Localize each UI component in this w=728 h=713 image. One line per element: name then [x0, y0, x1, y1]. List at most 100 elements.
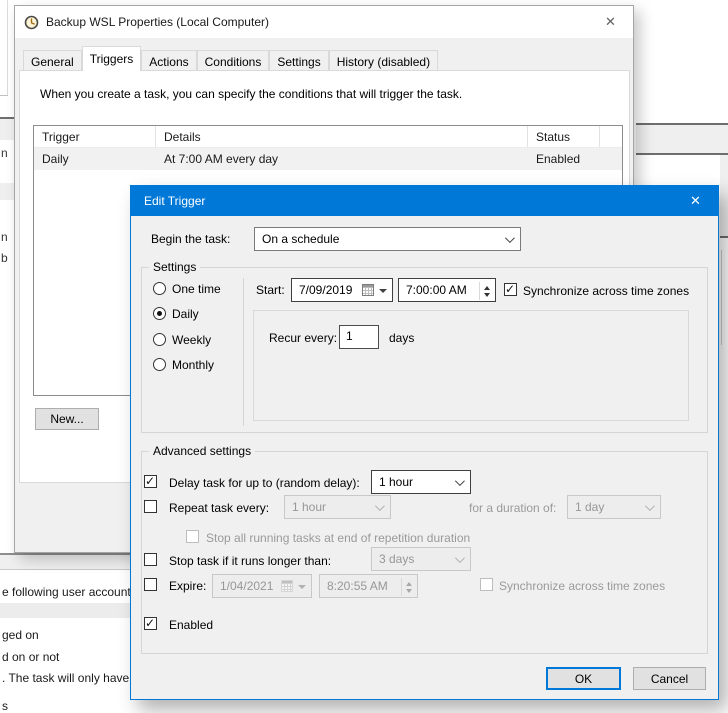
background-band: [0, 183, 14, 200]
begin-task-label: Begin the task:: [151, 232, 230, 246]
window-title: Backup WSL Properties (Local Computer): [46, 15, 269, 29]
enabled-checkbox[interactable]: [144, 617, 157, 630]
close-icon[interactable]: ✕: [673, 186, 718, 216]
recur-every-input[interactable]: 1: [339, 325, 379, 349]
expire-time-value: 8:20:55 AM: [327, 579, 388, 593]
expire-checkbox[interactable]: [144, 578, 157, 591]
tab-history[interactable]: History (disabled): [329, 50, 438, 71]
dialog-title: Edit Trigger: [144, 194, 205, 208]
sync-timezones-label[interactable]: Synchronize across time zones: [523, 284, 689, 298]
ok-button[interactable]: OK: [546, 667, 621, 690]
table-row[interactable]: Daily At 7:00 AM every day Enabled: [34, 148, 622, 170]
cell-trigger: Daily: [34, 148, 156, 170]
radio-daily-label[interactable]: Daily: [172, 307, 199, 321]
chevron-down-icon: [375, 501, 385, 511]
stop-all-tasks-checkbox: [186, 530, 199, 543]
close-icon[interactable]: ✕: [588, 6, 633, 37]
radio-weekly[interactable]: [153, 333, 166, 346]
radio-weekly-label[interactable]: Weekly: [172, 333, 211, 347]
begin-task-value: On a schedule: [262, 232, 339, 246]
background-text-fragment: n: [1, 230, 8, 244]
cell-details: At 7:00 AM every day: [156, 148, 528, 170]
stop-task-select: 3 days: [371, 547, 471, 571]
chevron-down-icon: [505, 233, 515, 243]
tab-settings[interactable]: Settings: [269, 50, 328, 71]
radio-one-time[interactable]: [153, 282, 166, 295]
start-date-picker[interactable]: 7/09/2019: [291, 278, 393, 302]
column-header-status[interactable]: Status: [528, 126, 600, 147]
column-header-details[interactable]: Details: [156, 126, 528, 147]
tab-triggers[interactable]: Triggers: [82, 46, 142, 71]
settings-group-label: Settings: [149, 260, 200, 274]
table-header: Trigger Details Status: [34, 126, 622, 148]
radio-monthly-label[interactable]: Monthly: [172, 358, 214, 372]
new-button[interactable]: New...: [35, 408, 99, 430]
recur-unit-label: days: [389, 331, 414, 345]
repeat-task-label[interactable]: Repeat task every:: [169, 501, 269, 515]
duration-select: 1 day: [567, 495, 661, 519]
daily-settings-panel: [253, 310, 689, 421]
background-text-fragment: . The task will only have: [2, 671, 129, 685]
background-line: [636, 153, 728, 155]
background-line: [0, 95, 8, 96]
task-scheduler-clock-icon: [24, 15, 39, 30]
sync-timezones-checkbox[interactable]: [504, 283, 517, 296]
background-text-fragment: d on or not: [2, 650, 59, 664]
tab-conditions[interactable]: Conditions: [197, 50, 270, 71]
advanced-settings-group-label: Advanced settings: [149, 444, 255, 458]
dialog-titlebar[interactable]: Edit Trigger: [131, 186, 718, 216]
delay-task-select[interactable]: 1 hour: [371, 470, 471, 494]
duration-label: for a duration of:: [469, 501, 556, 515]
background-line: [0, 569, 131, 570]
enabled-label[interactable]: Enabled: [169, 618, 213, 632]
spinner-arrows-icon: [401, 578, 413, 596]
chevron-down-icon: [645, 501, 655, 511]
stop-task-label[interactable]: Stop task if it runs longer than:: [169, 554, 331, 568]
tab-strip: General Triggers Actions Conditions Sett…: [23, 47, 438, 71]
background-band: [636, 125, 728, 153]
column-header-trigger[interactable]: Trigger: [34, 126, 156, 147]
radio-daily[interactable]: [153, 307, 166, 320]
background-band: [720, 155, 728, 236]
expire-label[interactable]: Expire:: [169, 579, 206, 593]
begin-task-select[interactable]: On a schedule: [254, 227, 521, 251]
delay-task-checkbox[interactable]: [144, 475, 157, 488]
repeat-task-checkbox[interactable]: [144, 500, 157, 513]
repeat-interval-select: 1 hour: [284, 495, 391, 519]
calendar-icon: [281, 580, 293, 592]
background-band: [0, 603, 131, 618]
cancel-button[interactable]: Cancel: [633, 667, 706, 690]
stop-task-value: 3 days: [379, 552, 414, 566]
edit-trigger-dialog: Edit Trigger ✕ Begin the task: On a sche…: [130, 185, 719, 700]
radio-one-time-label[interactable]: One time: [172, 282, 221, 296]
expire-time-spinner: 8:20:55 AM: [319, 574, 418, 598]
start-time-value: 7:00:00 AM: [406, 283, 467, 297]
stop-all-tasks-label: Stop all running tasks at end of repetit…: [206, 531, 470, 545]
background-band: [0, 119, 14, 140]
spinner-arrows-icon[interactable]: [479, 282, 491, 300]
background-vline: [721, 250, 722, 345]
expire-date-picker: 1/04/2021: [212, 574, 312, 598]
expire-sync-checkbox: [480, 578, 493, 591]
delay-task-label[interactable]: Delay task for up to (random delay):: [169, 476, 360, 490]
stop-task-checkbox[interactable]: [144, 553, 157, 566]
recur-every-label: Recur every:: [269, 331, 337, 345]
background-vline: [7, 0, 8, 95]
background-line: [720, 236, 728, 238]
cell-status: Enabled: [528, 148, 600, 170]
properties-titlebar[interactable]: Backup WSL Properties (Local Computer): [15, 6, 633, 38]
start-time-spinner[interactable]: 7:00:00 AM: [398, 278, 496, 302]
delay-task-value: 1 hour: [379, 475, 413, 489]
expire-sync-label: Synchronize across time zones: [499, 579, 665, 593]
tab-description: When you create a task, you can specify …: [40, 87, 462, 101]
background-text-fragment: ged on: [2, 628, 39, 642]
start-date-value: 7/09/2019: [299, 283, 352, 297]
background-band: [0, 555, 131, 569]
duration-value: 1 day: [575, 500, 604, 514]
repeat-interval-value: 1 hour: [292, 500, 326, 514]
expire-date-value: 1/04/2021: [220, 579, 273, 593]
tab-actions[interactable]: Actions: [141, 50, 196, 71]
tab-general[interactable]: General: [23, 50, 82, 71]
radio-monthly[interactable]: [153, 358, 166, 371]
background-text-fragment: b: [1, 251, 8, 265]
